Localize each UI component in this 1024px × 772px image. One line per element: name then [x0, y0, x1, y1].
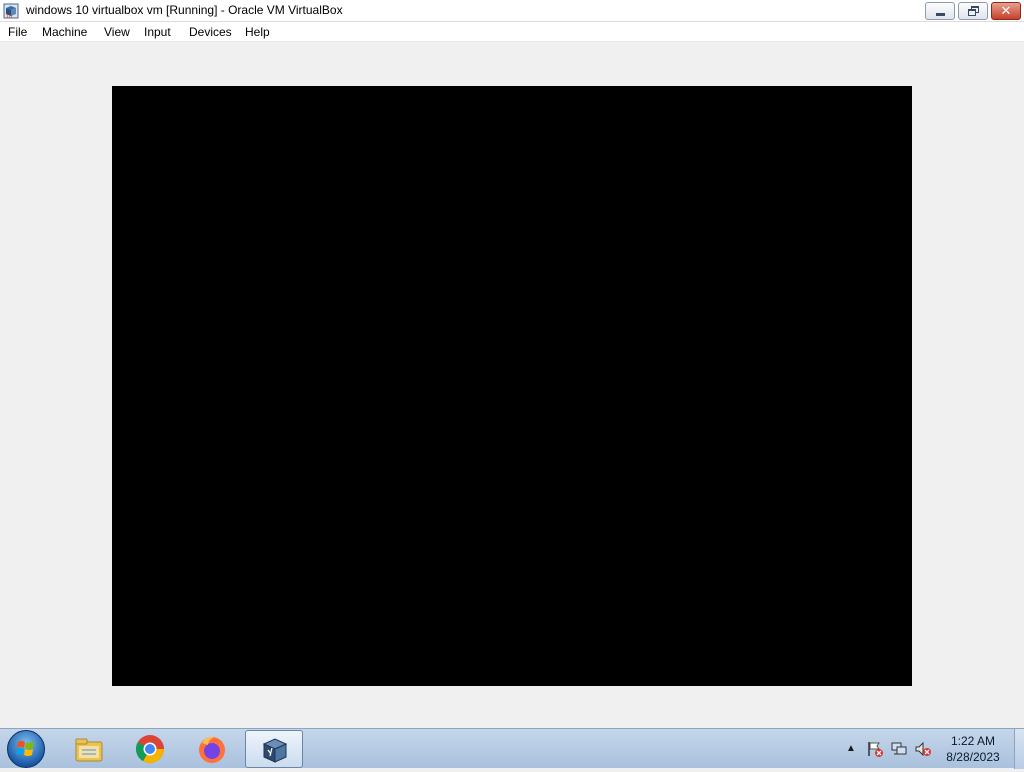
menu-input[interactable]: Input: [144, 25, 171, 39]
action-center-flag-icon[interactable]: [866, 740, 884, 758]
network-icon[interactable]: [890, 740, 908, 758]
system-tray: ▲ 1:22 AM 8/28/2023: [840, 729, 1024, 769]
clock-time: 1:22 AM: [950, 734, 996, 748]
virtualbox-icon: [262, 738, 288, 763]
virtualbox-app-icon: 10: [3, 3, 19, 20]
menu-bar: File Machine View Input Devices Help: [0, 22, 1024, 42]
title-bar[interactable]: 10 windows 10 virtualbox vm [Running] - …: [0, 0, 1024, 22]
firefox-icon: [199, 736, 225, 763]
taskbar-chrome[interactable]: [121, 730, 179, 768]
window-title: windows 10 virtualbox vm [Running] - Ora…: [26, 3, 343, 17]
menu-machine[interactable]: Machine: [42, 25, 87, 39]
close-icon: ✕: [1000, 3, 1012, 18]
close-button[interactable]: ✕: [991, 2, 1021, 20]
taskbar-file-explorer[interactable]: [60, 730, 118, 768]
menu-file[interactable]: File: [8, 25, 27, 39]
menu-view[interactable]: View: [104, 25, 130, 39]
restore-button[interactable]: [958, 2, 988, 20]
show-hidden-icons-button[interactable]: ▲: [846, 743, 856, 754]
svg-text:10: 10: [6, 14, 12, 19]
restore-icon-front: [968, 9, 976, 16]
volume-muted-icon[interactable]: [914, 740, 932, 758]
taskbar: ▲ 1:22 AM 8/28/2023: [0, 728, 1024, 769]
windows-logo-icon: [16, 741, 34, 756]
clock-date: 8/28/2023: [946, 750, 1000, 764]
vm-display[interactable]: [112, 86, 912, 686]
minimize-button[interactable]: [925, 2, 955, 20]
menu-devices[interactable]: Devices: [189, 25, 232, 39]
taskbar-clock[interactable]: 1:22 AM 8/28/2023: [936, 733, 1010, 765]
virtualbox-window: 10 windows 10 virtualbox vm [Running] - …: [0, 0, 1024, 728]
menu-help[interactable]: Help: [245, 25, 270, 39]
file-explorer-icon: [75, 738, 103, 762]
taskbar-virtualbox[interactable]: [245, 730, 303, 768]
show-desktop-button[interactable]: [1014, 729, 1024, 769]
chrome-icon: [136, 735, 164, 763]
taskbar-firefox[interactable]: [183, 730, 241, 768]
start-button[interactable]: [7, 730, 45, 768]
